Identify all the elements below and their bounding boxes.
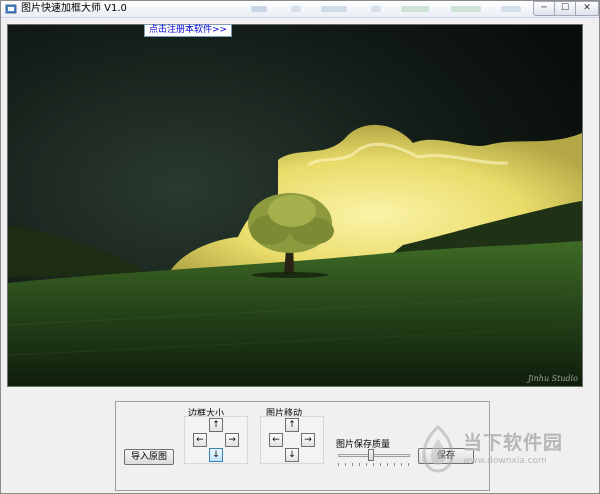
register-link[interactable]: 点击注册本软件>> bbox=[144, 24, 233, 37]
slider-track bbox=[338, 454, 410, 457]
minimize-button[interactable]: ─ bbox=[533, 1, 555, 16]
downxia-logo-icon bbox=[422, 425, 454, 473]
maximize-button[interactable]: ☐ bbox=[554, 1, 576, 16]
watermark-site-name: 当下软件园 bbox=[463, 432, 564, 454]
image-preview: Jinhu Studio bbox=[7, 24, 583, 387]
import-image-button[interactable]: 导入原图 bbox=[124, 449, 174, 465]
border-up-arrow-icon[interactable]: ↑ bbox=[209, 418, 223, 432]
border-size-pad: ↑ ← → ↓ bbox=[184, 416, 248, 464]
border-left-arrow-icon[interactable]: ← bbox=[193, 433, 207, 447]
move-up-arrow-icon[interactable]: ↑ bbox=[285, 418, 299, 432]
border-right-arrow-icon[interactable]: → bbox=[225, 433, 239, 447]
app-icon bbox=[5, 4, 17, 14]
move-image-pad: ↑ ← → ↓ bbox=[260, 416, 324, 464]
window-title: 图片快速加框大师 V1.0 bbox=[21, 3, 127, 14]
save-quality-slider[interactable] bbox=[336, 448, 412, 466]
photo-credit: Jinhu Studio bbox=[527, 374, 578, 383]
taskbar-ghost-icons bbox=[251, 6, 521, 12]
border-down-arrow-icon[interactable]: ↓ bbox=[209, 448, 223, 462]
move-left-arrow-icon[interactable]: ← bbox=[269, 433, 283, 447]
watermark-url: www.downxia.com bbox=[463, 456, 547, 466]
slider-ticks bbox=[338, 463, 410, 466]
landscape-tree-image bbox=[8, 25, 582, 386]
close-button[interactable]: ✕ bbox=[575, 1, 599, 16]
move-down-arrow-icon[interactable]: ↓ bbox=[285, 448, 299, 462]
title-bar[interactable]: 图片快速加框大师 V1.0 ─ ☐ ✕ bbox=[1, 1, 599, 18]
move-right-arrow-icon[interactable]: → bbox=[301, 433, 315, 447]
app-window: 图片快速加框大师 V1.0 ─ ☐ ✕ 点击注册本软件>> Jinhu Stud… bbox=[0, 0, 600, 494]
slider-thumb[interactable] bbox=[367, 449, 374, 461]
